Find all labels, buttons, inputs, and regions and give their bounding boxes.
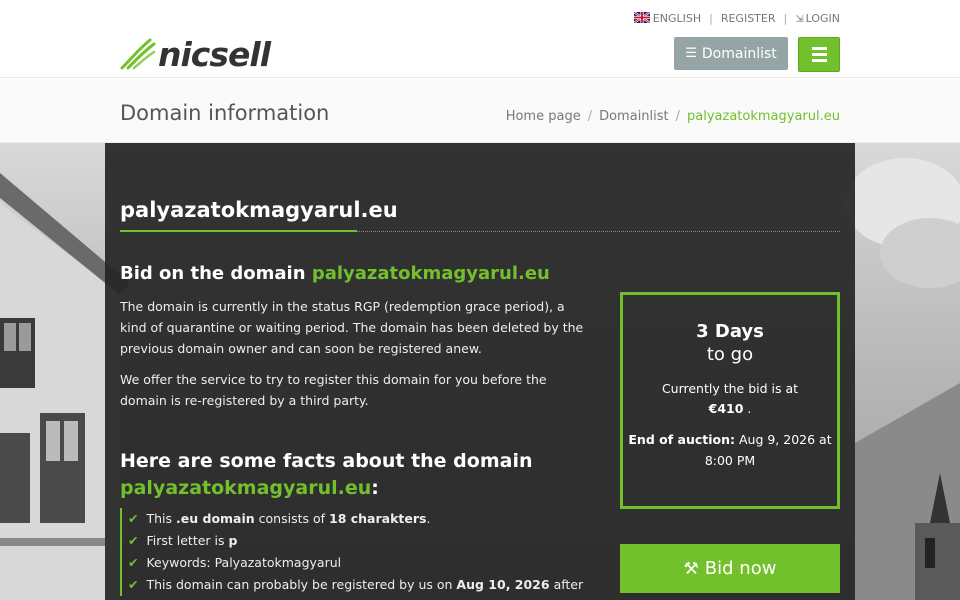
check-icon: ✔ bbox=[128, 533, 139, 548]
top-links: ENGLISH | REGISTER | ⇲ LOGIN bbox=[633, 12, 840, 25]
service-paragraph: We offer the service to try to register … bbox=[120, 372, 547, 408]
domainlist-button[interactable]: ☰ Domainlist bbox=[674, 37, 788, 70]
language-link[interactable]: ENGLISH bbox=[633, 12, 701, 25]
auction-countdown-box: 3 Days to go Currently the bid is at €41… bbox=[620, 292, 840, 509]
uk-flag-icon bbox=[633, 12, 650, 23]
breadcrumb-bar: Domain information Home page / Domainlis… bbox=[0, 79, 960, 143]
separator: | bbox=[709, 12, 713, 25]
auction-end: End of auction: Aug 9, 2026 at 8:00 PM bbox=[628, 432, 832, 468]
bid-now-button[interactable]: ⚒ Bid now bbox=[620, 544, 840, 593]
gavel-icon: ⚒ bbox=[683, 558, 699, 579]
hamburger-icon bbox=[811, 47, 827, 50]
sign-in-icon: ⇲ bbox=[795, 14, 804, 25]
countdown-to-go: to go bbox=[706, 344, 754, 365]
top-header: ENGLISH | REGISTER | ⇲ LOGIN nicsell ☰ Do… bbox=[0, 0, 960, 78]
page-title: Domain information bbox=[120, 101, 330, 125]
menu-toggle-button[interactable] bbox=[798, 37, 840, 72]
breadcrumb-home[interactable]: Home page bbox=[506, 109, 581, 124]
facts-list: ✔ This .eu domain consists of 18 charakte… bbox=[120, 508, 583, 596]
heading-underline bbox=[120, 230, 357, 232]
breadcrumb-domainlist[interactable]: Domainlist bbox=[599, 109, 669, 124]
check-icon: ✔ bbox=[128, 555, 139, 570]
countdown-days: 3 Days bbox=[696, 321, 764, 342]
list-item: ✔ This .eu domain consists of 18 charakte… bbox=[128, 511, 431, 526]
logo-text: nicsell bbox=[158, 34, 271, 74]
bid-title: Bid on the domain palyazatokmagyarul.eu bbox=[120, 263, 550, 284]
domain-panel: palyazatokmagyarul.eu Bid on the domain … bbox=[105, 143, 855, 600]
facts-title: Here are some facts about the domain pal… bbox=[120, 450, 533, 499]
breadcrumb: Home page / Domainlist / palyazatokmagya… bbox=[505, 109, 840, 124]
list-icon: ☰ bbox=[685, 46, 697, 61]
facts-title-domain: palyazatokmagyarul.eu bbox=[120, 477, 372, 499]
bid-amount: €410 bbox=[708, 401, 744, 416]
check-icon: ✔ bbox=[128, 577, 139, 592]
logo-swoosh-icon bbox=[120, 38, 156, 70]
breadcrumb-current: palyazatokmagyarul.eu bbox=[687, 109, 840, 124]
bid-title-domain: palyazatokmagyarul.eu bbox=[311, 263, 550, 284]
separator: | bbox=[783, 12, 788, 25]
list-item: ✔ This domain can probably be registered … bbox=[128, 577, 584, 592]
login-link[interactable]: ⇲ LOGIN bbox=[795, 12, 840, 25]
check-icon: ✔ bbox=[128, 511, 139, 526]
list-item: ✔ First letter is p bbox=[128, 533, 238, 548]
nicsell-logo[interactable]: nicsell bbox=[120, 34, 271, 74]
register-link[interactable]: REGISTER bbox=[721, 12, 776, 25]
status-paragraph: The domain is currently in the status RG… bbox=[120, 299, 584, 356]
list-item: ✔ Keywords: Palyazatokmagyarul bbox=[128, 555, 342, 570]
current-bid: Currently the bid is at €410 . bbox=[661, 381, 799, 416]
domain-heading: palyazatokmagyarul.eu bbox=[120, 198, 398, 222]
